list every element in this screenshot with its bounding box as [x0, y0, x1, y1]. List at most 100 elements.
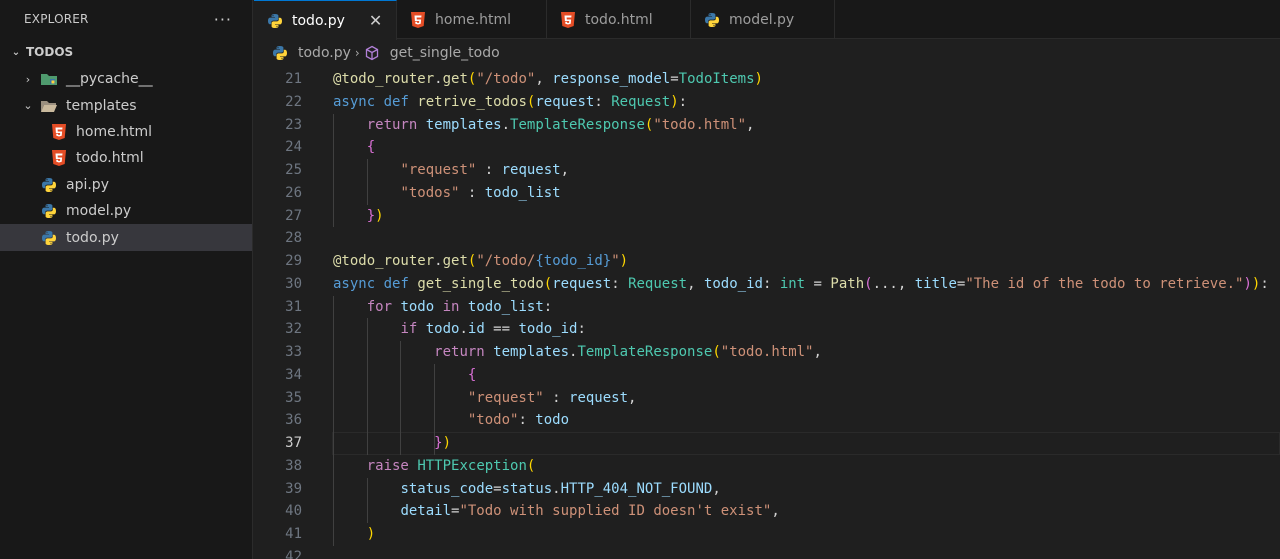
- folder-python-icon: [40, 70, 58, 88]
- tree-item-templates[interactable]: ⌄ templates: [0, 92, 252, 118]
- html5-icon: [409, 11, 427, 29]
- code-line[interactable]: 37 }): [254, 432, 1280, 455]
- explorer-header: EXPLORER ···: [0, 0, 252, 38]
- code-text: async def retrive_todos(request: Request…: [333, 93, 688, 110]
- line-number: 22: [285, 93, 302, 110]
- chevron-right-icon: ›: [25, 72, 31, 86]
- line-number: 40: [285, 503, 302, 520]
- tab-home-html[interactable]: home.html: [397, 0, 547, 39]
- code-text: status_code=status.HTTP_404_NOT_FOUND,: [400, 480, 721, 497]
- code-line[interactable]: 31 for todo in todo_list:: [254, 296, 1280, 319]
- code-text: @todo_router.get("/todo", response_model…: [333, 71, 763, 87]
- line-number: 23: [285, 116, 302, 133]
- indent-guide: [400, 341, 402, 455]
- code-line[interactable]: 28: [254, 227, 1280, 250]
- line-number: 24: [285, 139, 302, 156]
- tree-item-label: api.py: [66, 176, 109, 193]
- python-icon: [40, 202, 58, 220]
- tree-item-label: home.html: [76, 123, 153, 140]
- code-text: }): [366, 207, 384, 224]
- code-line[interactable]: 38 raise HTTPException(: [254, 455, 1280, 478]
- code-line[interactable]: 39 status_code=status.HTTP_404_NOT_FOUND…: [254, 478, 1280, 501]
- line-number: 38: [285, 457, 302, 474]
- method-cube-icon: [364, 44, 382, 62]
- code-editor[interactable]: 21 @todo_router.get("/todo", response_mod…: [254, 68, 1280, 559]
- code-text: return templates.TemplateResponse("todo.…: [434, 344, 822, 360]
- code-line[interactable]: 23 return templates.TemplateResponse("to…: [254, 114, 1280, 137]
- more-actions-button[interactable]: ···: [214, 10, 232, 29]
- line-number: 31: [285, 298, 302, 315]
- code-line[interactable]: 32 if todo.id == todo_id:: [254, 318, 1280, 341]
- code-line[interactable]: 42: [254, 546, 1280, 559]
- close-icon[interactable]: ✕: [369, 11, 382, 30]
- tree-item-label: __pycache__: [66, 71, 153, 88]
- code-line[interactable]: 34 {: [254, 364, 1280, 387]
- code-line[interactable]: 40 detail="Todo with supplied ID doesn't…: [254, 500, 1280, 523]
- code-text: return templates.TemplateResponse("todo.…: [366, 116, 755, 133]
- code-text: raise HTTPException(: [366, 457, 536, 474]
- code-line[interactable]: 35 "request" : request,: [254, 387, 1280, 410]
- code-line[interactable]: 30 async def get_single_todo(request: Req…: [254, 273, 1280, 296]
- line-number: 30: [285, 275, 302, 292]
- tree-item-pycache[interactable]: › __pycache__: [0, 66, 252, 92]
- workspace-root-label: TODOS: [26, 45, 74, 59]
- code-text: ): [366, 526, 376, 542]
- code-line[interactable]: 36 "todo": todo: [254, 409, 1280, 432]
- folder-open-icon: [40, 97, 58, 115]
- tree-item-label: todo.py: [66, 229, 119, 246]
- breadcrumb-symbol[interactable]: get_single_todo: [390, 45, 500, 61]
- explorer-title: EXPLORER: [24, 12, 89, 26]
- code-text: for todo in todo_list:: [366, 298, 553, 315]
- workspace-root[interactable]: ⌄ TODOS: [0, 38, 252, 66]
- code-text: detail="Todo with supplied ID doesn't ex…: [400, 503, 780, 520]
- code-text: "request" : request,: [400, 162, 570, 178]
- code-line[interactable]: 29 @todo_router.get("/todo/{todo_id}"): [254, 250, 1280, 273]
- chevron-down-icon: ⌄: [11, 46, 21, 58]
- chevron-down-icon: ⌄: [23, 99, 33, 113]
- code-text: async def get_single_todo(request: Reque…: [333, 275, 1269, 292]
- code-text: {: [366, 139, 376, 156]
- indent-guide: [366, 477, 368, 523]
- code-line[interactable]: 33 return templates.TemplateResponse("to…: [254, 341, 1280, 364]
- python-icon: [266, 12, 284, 30]
- line-number: 27: [285, 207, 302, 224]
- indent-guide: [434, 363, 436, 455]
- code-line[interactable]: 21 @todo_router.get("/todo", response_mod…: [254, 68, 1280, 91]
- html5-icon: [50, 149, 68, 167]
- code-line[interactable]: 26 "todos" : todo_list: [254, 182, 1280, 205]
- tree-item-todo-py[interactable]: todo.py: [0, 224, 252, 251]
- line-number: 32: [285, 321, 302, 338]
- tab-label: todo.py: [292, 12, 345, 29]
- line-number: 21: [285, 71, 302, 87]
- tree-item-home-html[interactable]: home.html: [0, 119, 252, 145]
- python-icon: [703, 11, 721, 29]
- line-number: 29: [285, 253, 302, 269]
- code-line[interactable]: 41 ): [254, 523, 1280, 546]
- tree-item-todo-html[interactable]: todo.html: [0, 145, 252, 171]
- line-number: 25: [285, 162, 302, 178]
- line-number: 35: [285, 389, 302, 406]
- editor-tabs: todo.py ✕ home.html todo.html model.py: [254, 0, 1280, 40]
- tab-model-py[interactable]: model.py: [691, 0, 835, 39]
- line-number: 33: [285, 344, 302, 360]
- code-line[interactable]: 22 async def retrive_todos(request: Reque…: [254, 91, 1280, 114]
- code-line[interactable]: 27 }): [254, 205, 1280, 228]
- code-text: @todo_router.get("/todo/{todo_id}"): [333, 253, 629, 269]
- indent-guide: [333, 113, 334, 228]
- tree-item-api-py[interactable]: api.py: [0, 172, 252, 198]
- line-number: 36: [285, 412, 302, 429]
- breadcrumb-file[interactable]: todo.py: [298, 45, 351, 61]
- html5-icon: [50, 123, 68, 141]
- tab-todo-html[interactable]: todo.html: [547, 0, 691, 39]
- code-line[interactable]: 25 "request" : request,: [254, 159, 1280, 182]
- tab-label: todo.html: [585, 11, 653, 28]
- chevron-right-icon: ›: [354, 46, 360, 60]
- tab-todo-py[interactable]: todo.py ✕: [254, 0, 397, 40]
- line-number: 34: [285, 366, 302, 383]
- line-number: 37: [285, 435, 302, 451]
- tree-item-model-py[interactable]: model.py: [0, 198, 252, 224]
- code-text: "todo": todo: [467, 412, 570, 429]
- indent-guide: [366, 318, 368, 455]
- code-line[interactable]: 24 {: [254, 136, 1280, 159]
- current-line-highlight: [332, 432, 1280, 455]
